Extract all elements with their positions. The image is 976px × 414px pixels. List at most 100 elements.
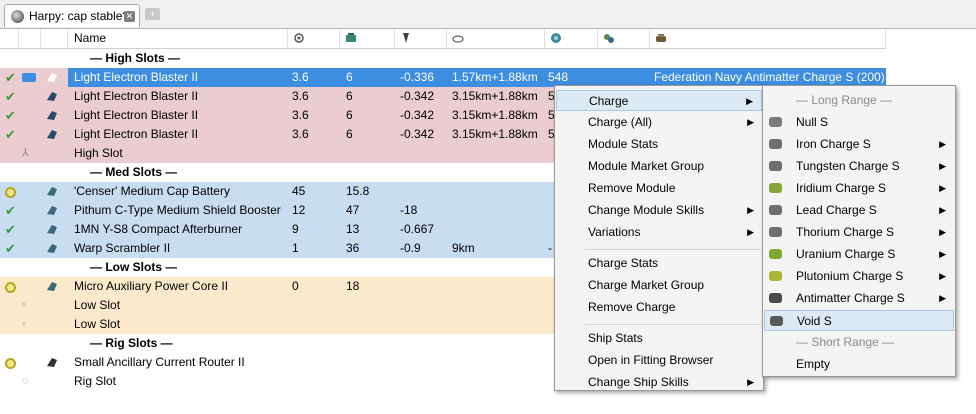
- menu-item[interactable]: Change Ship Skills ▶: [556, 372, 762, 393]
- header-name[interactable]: Name: [68, 29, 288, 48]
- module-name: Low Slot: [74, 298, 121, 312]
- menu-item[interactable]: Module Stats: [556, 134, 762, 155]
- menu-item[interactable]: Uranium Charge S ▶: [764, 244, 954, 265]
- active-check-icon[interactable]: ✔: [5, 201, 19, 220]
- capacitor-value: -0.336: [400, 70, 435, 84]
- header-state[interactable]: [0, 29, 19, 48]
- ammo-icon: [769, 249, 782, 259]
- active-check-icon[interactable]: ✔: [5, 220, 19, 239]
- menu-item[interactable]: Remove Charge: [556, 297, 762, 318]
- table-row[interactable]: — High Slots —: [0, 49, 886, 68]
- close-icon[interactable]: ✕: [124, 11, 135, 22]
- menu-item[interactable]: Antimatter Charge S ▶: [764, 288, 954, 309]
- header-charge[interactable]: [650, 29, 886, 48]
- module-icon: [46, 277, 60, 296]
- module-icon: [46, 201, 60, 220]
- active-check-icon[interactable]: ✔: [5, 68, 19, 87]
- module-icon: [46, 106, 60, 125]
- menu-item[interactable]: Lead Charge S ▶: [764, 200, 954, 221]
- ammo-icon: [769, 205, 782, 215]
- header-icon[interactable]: [41, 29, 68, 48]
- powergrid-value: 6: [346, 70, 353, 84]
- menu-item-label: Module Stats: [588, 137, 659, 151]
- module-name: Light Electron Blaster II: [74, 89, 199, 103]
- range-icon: [452, 35, 464, 43]
- menu-item[interactable]: Iridium Charge S ▶: [764, 178, 954, 199]
- menu-item[interactable]: Module Market Group: [556, 156, 762, 177]
- module-state-toggle[interactable]: [5, 277, 19, 296]
- menu-item[interactable]: Plutonium Charge S ▶: [764, 266, 954, 287]
- menu-item[interactable]: Void S: [764, 310, 954, 331]
- menu-item[interactable]: Empty: [764, 354, 954, 375]
- menu-item[interactable]: Thorium Charge S ▶: [764, 222, 954, 243]
- active-check-icon[interactable]: ✔: [5, 87, 19, 106]
- module-state-toggle[interactable]: [5, 182, 19, 201]
- damage-icon: [551, 33, 561, 43]
- menu-separator: [585, 249, 761, 250]
- submenu-arrow-icon: ▶: [746, 96, 753, 106]
- module-name: Warp Scrambler II: [74, 241, 171, 255]
- submenu-arrow-icon: ▶: [939, 205, 946, 215]
- module-name: Small Ancillary Current Router II: [74, 355, 245, 369]
- slot-icon: [22, 106, 36, 125]
- menu-item[interactable]: Remove Module: [556, 178, 762, 199]
- menu-item[interactable]: Tungsten Charge S ▶: [764, 156, 954, 177]
- menu-item-label: — Short Range —: [796, 335, 895, 349]
- cpu-value: 3.6: [292, 70, 309, 84]
- charge-icon: [656, 34, 666, 42]
- header-powergrid[interactable]: [340, 29, 395, 48]
- menu-item-label: Tungsten Charge S: [796, 159, 900, 173]
- menu-item-label: Change Module Skills: [588, 203, 705, 217]
- ammo-icon: [769, 227, 782, 237]
- capacitor-value: -0.342: [400, 89, 435, 103]
- module-state-toggle[interactable]: [5, 353, 19, 372]
- header-tracking[interactable]: [598, 29, 650, 48]
- submenu-arrow-icon: ▶: [939, 183, 946, 193]
- header-range[interactable]: [447, 29, 545, 48]
- header-capacitor[interactable]: [395, 29, 447, 48]
- module-icon: [46, 182, 60, 201]
- cpu-icon: [294, 33, 304, 43]
- menu-item-label: Lead Charge S: [796, 203, 877, 217]
- menu-item[interactable]: Charge Stats: [556, 253, 762, 274]
- capacitor-value: -18: [400, 203, 418, 217]
- module-name: 'Censer' Medium Cap Battery: [74, 184, 230, 198]
- header-cpu[interactable]: [288, 29, 340, 48]
- cpu-value: 3.6: [292, 89, 309, 103]
- menu-item[interactable]: Charge (All) ▶: [556, 112, 762, 133]
- menu-item[interactable]: Open in Fitting Browser: [556, 350, 762, 371]
- slot-icon: [22, 353, 36, 372]
- submenu-arrow-icon: ▶: [939, 139, 946, 149]
- module-icon: [46, 68, 60, 87]
- cpu-value: 1: [292, 241, 299, 255]
- menu-item[interactable]: Null S: [764, 112, 954, 133]
- ammo-icon: [769, 139, 782, 149]
- powergrid-icon: [346, 33, 356, 42]
- tab-fitting[interactable]: Harpy: cap stable? ✕: [4, 4, 140, 27]
- menu-item[interactable]: Iron Charge S ▶: [764, 134, 954, 155]
- powergrid-value: 6: [346, 108, 353, 122]
- capacitor-value: -0.9: [400, 241, 421, 255]
- active-check-icon[interactable]: ✔: [5, 125, 19, 144]
- menu-item[interactable]: Variations ▶: [556, 222, 762, 243]
- menu-item[interactable]: Ship Stats: [556, 328, 762, 349]
- range-value: 3.15km+1.88km: [452, 89, 538, 103]
- active-check-icon[interactable]: ✔: [5, 106, 19, 125]
- module-icon: [46, 220, 60, 239]
- submenu-arrow-icon: ▶: [747, 377, 754, 387]
- module-name: High Slot: [74, 146, 123, 160]
- empty-slot-icon: ⅄: [22, 147, 29, 159]
- active-check-icon[interactable]: ✔: [5, 239, 19, 258]
- module-name: Pithum C-Type Medium Shield Booster: [74, 203, 281, 217]
- submenu-arrow-icon: ▶: [939, 161, 946, 171]
- menu-item[interactable]: Change Module Skills ▶: [556, 200, 762, 221]
- new-tab-icon[interactable]: +: [145, 8, 160, 20]
- menu-item-label: Void S: [797, 314, 832, 328]
- slot-section-header: — Med Slots —: [90, 165, 178, 179]
- menu-item[interactable]: Charge ▶: [556, 90, 762, 111]
- header-slot[interactable]: [19, 29, 41, 48]
- menu-item-label: Charge: [589, 94, 629, 108]
- module-icon: [46, 353, 60, 372]
- header-dps[interactable]: [545, 29, 598, 48]
- menu-item[interactable]: Charge Market Group: [556, 275, 762, 296]
